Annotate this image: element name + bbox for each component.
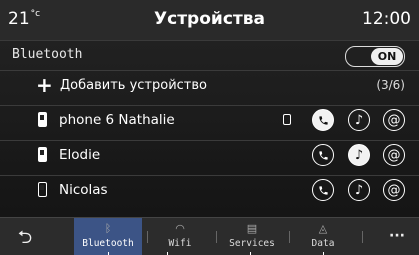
device-count: (3/6) <box>376 78 405 92</box>
active-device-icon <box>283 114 291 125</box>
phone-icon[interactable] <box>312 109 334 131</box>
device-row[interactable]: Elodie ♪ @ <box>0 141 419 176</box>
plus-icon: + <box>36 73 53 97</box>
tab-services[interactable]: ▤ Services <box>218 218 286 255</box>
tab-label: Bluetooth <box>82 238 134 249</box>
back-icon[interactable]: ⮌ <box>10 225 40 255</box>
tab-divider <box>362 231 363 243</box>
device-name: phone 6 Nathalie <box>59 112 175 128</box>
device-row[interactable]: Nicolas ♪ @ <box>0 176 419 210</box>
clock: 12:00 <box>362 9 411 29</box>
device-name: Elodie <box>59 147 101 163</box>
wifi-icon: ◠ <box>175 222 185 235</box>
tab-data[interactable]: ◬ Data <box>289 218 357 255</box>
tab-label: Wifi <box>168 238 192 249</box>
status-bar: 21°c Устройства 12:00 <box>0 0 419 41</box>
device-row[interactable]: phone 6 Nathalie ♪ @ <box>0 106 419 141</box>
toggle-knob: ON <box>371 48 403 65</box>
services-icon: ▤ <box>246 222 258 235</box>
music-note-icon[interactable]: ♪ <box>348 109 370 131</box>
bottom-navigation: ⮌ ᛒ Bluetooth ◠ Wifi ▤ Services ◬ Data ·… <box>0 217 419 255</box>
tab-label: Data <box>311 238 335 249</box>
bluetooth-label: Bluetooth <box>12 47 83 62</box>
phone-device-icon <box>38 147 47 162</box>
at-sign-icon[interactable]: @ <box>383 144 405 166</box>
tab-divider <box>216 231 217 243</box>
bluetooth-row: Bluetooth ON <box>0 41 419 71</box>
add-device-label: Добавить устройство <box>60 78 207 93</box>
music-note-icon[interactable]: ♪ <box>348 179 370 201</box>
tab-bluetooth[interactable]: ᛒ Bluetooth <box>74 218 142 255</box>
device-name: Nicolas <box>59 182 108 198</box>
phone-icon[interactable] <box>312 179 334 201</box>
music-note-icon[interactable]: ♪ <box>348 144 370 166</box>
at-sign-icon[interactable]: @ <box>383 179 405 201</box>
tab-wifi[interactable]: ◠ Wifi <box>146 218 214 255</box>
at-sign-icon[interactable]: @ <box>383 109 405 131</box>
devices-screen: 21°c Устройства 12:00 Bluetooth ON + Доб… <box>0 0 419 255</box>
phone-device-icon <box>38 112 47 127</box>
data-icon: ◬ <box>318 222 328 235</box>
tab-label: Services <box>229 238 275 249</box>
add-device-row[interactable]: + Добавить устройство (3/6) <box>0 71 419 106</box>
bluetooth-icon: ᛒ <box>104 222 112 235</box>
more-icon[interactable]: ··· <box>389 228 405 244</box>
bluetooth-toggle[interactable]: ON <box>345 46 405 67</box>
phone-device-icon <box>38 182 47 197</box>
phone-icon[interactable] <box>312 144 334 166</box>
page-title: Устройства <box>154 9 265 29</box>
